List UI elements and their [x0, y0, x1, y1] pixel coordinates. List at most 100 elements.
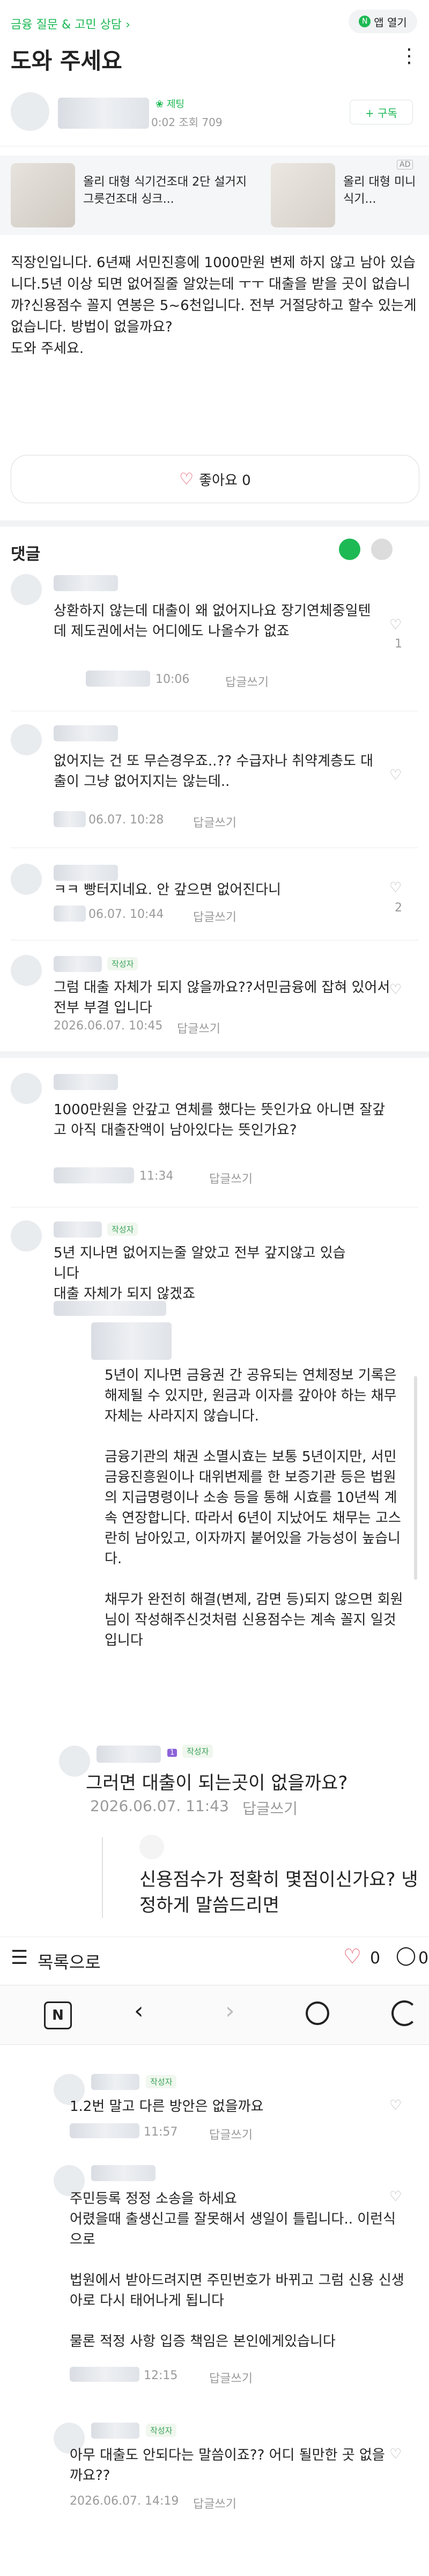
comment-meta: 11:57	[144, 2125, 178, 2139]
comment-text: 상환하지 않는데 대출이 왜 없어지나요 장기연체중일텐데 제도권에서는 어디에…	[54, 603, 371, 639]
comment-item: 상환하지 않는데 대출이 왜 없어지나요 장기연체중일텐데 제도권에서는 어디에…	[0, 563, 429, 708]
ad-product-image[interactable]	[11, 163, 75, 227]
like-label: 좋아요 0	[199, 472, 251, 489]
post-meta: 0:02 조회 709	[151, 116, 223, 129]
refresh-icon[interactable]	[339, 539, 360, 560]
commenter-avatar[interactable]	[11, 724, 42, 755]
ad-item-1[interactable]: 올리 대형 식기건조대 2단 설거지 그릇건조대 싱크...	[83, 174, 260, 208]
reply-link[interactable]: 답글쓰기	[193, 908, 236, 925]
comment-text: 5년 지나면 없어지는줄 알았고 전부 갚지않고 있습니다 대출 자체가 되지 …	[54, 1245, 346, 1302]
comment-item: 1000만원을 안갚고 연체를 했다는 뜻인가요 아니면 잘갚고 아직 대출잔액…	[0, 1062, 429, 1202]
commenter-date-blurred	[54, 811, 86, 827]
commenter-name-blurred	[91, 2074, 139, 2090]
author-badge: 작성자	[146, 2075, 177, 2088]
naver-home-icon[interactable]: N	[44, 2001, 72, 2029]
ad-product-image-2[interactable]	[271, 163, 335, 227]
comment-text: ㅋㅋ 빵터지네요. 안 갚으면 없어진다니	[54, 882, 282, 898]
chat-count: 0	[418, 1949, 429, 1968]
author-badge: 작성자	[182, 1745, 213, 1758]
reply-link[interactable]: 답글쓰기	[209, 1169, 253, 1187]
reply-avatar	[139, 1835, 164, 1859]
commenter-name-blurred	[91, 2165, 156, 2181]
comment-text: 1.2번 말고 다른 방안은 없을까요	[70, 2099, 264, 2115]
comment-meta: 2026.06.07. 11:43	[90, 1797, 229, 1815]
commenter-date-blurred	[54, 1301, 166, 1316]
bottom-bar: ☰ 목록으로 ♡ 0 ◯ 0	[0, 1937, 429, 1980]
author-badge: 작성자	[107, 1223, 138, 1236]
commenter-date-blurred	[70, 2367, 139, 2382]
section-divider	[0, 520, 429, 527]
forward-icon[interactable]: ›	[225, 1997, 235, 2025]
comment-item: 주민등록 정정 소송을 하세요 어렸을때 출생신고를 잘못해서 생일이 틀립니다…	[0, 2157, 429, 2393]
page-title: 도와 주세요	[11, 48, 122, 74]
subscribe-label: + 구독	[365, 106, 397, 120]
author-badge: 작성자	[146, 2424, 177, 2437]
category-link[interactable]: 금융 질문 & 고민 상담 ›	[11, 15, 130, 32]
reply-link[interactable]: 답글쓰기	[209, 2369, 253, 2386]
heart-icon[interactable]: ♡	[343, 1945, 361, 1968]
heart-icon[interactable]: ♡	[389, 617, 402, 633]
author-badge: 작성자	[107, 957, 138, 970]
commenter-name-blurred	[91, 2423, 139, 2439]
commenter-blurred	[91, 1322, 172, 1360]
app-open-label: 앱 열기	[374, 16, 407, 29]
commenter-name-blurred	[54, 865, 118, 881]
list-button[interactable]: 목록으로	[38, 1949, 101, 1974]
comment-text: 1000만원을 안갚고 연체를 했다는 뜻인가요 아니면 잘갚고 아직 대출잔액…	[54, 1102, 386, 1138]
hamburger-icon[interactable]: ☰	[11, 1947, 28, 1969]
commenter-avatar[interactable]	[11, 574, 42, 605]
search-icon[interactable]	[306, 2001, 329, 2025]
app-open-button[interactable]: N 앱 열기	[349, 10, 417, 33]
like-button[interactable]: ♡ 좋아요 0	[11, 455, 419, 503]
commenter-avatar[interactable]	[11, 955, 42, 986]
comment-item: 작성자 아무 대출도 안되다는 말씀이죠?? 어디 될만한 곳 없을까요?? 2…	[0, 2414, 429, 2521]
reply-link[interactable]: 답글쓰기	[193, 813, 236, 830]
reply-link[interactable]: 답글쓰기	[193, 2494, 236, 2512]
level-badge: 1	[167, 1747, 177, 1757]
commenter-avatar[interactable]	[11, 1073, 42, 1104]
comment-meta: 06.07. 10:44	[88, 908, 164, 921]
section-divider	[0, 1051, 429, 1058]
naver-app-icon: N	[359, 16, 371, 27]
comment-text: 아무 대출도 안되다는 말씀이죠?? 어디 될만한 곳 없을까요??	[70, 2447, 385, 2484]
comment-like-count: 2	[395, 901, 402, 915]
comment-icon[interactable]: ◯	[396, 1945, 416, 1966]
reply-link[interactable]: 답글쓰기	[177, 1019, 220, 1036]
back-icon[interactable]: ‹	[134, 1997, 144, 2025]
reply-link[interactable]: 답글쓰기	[225, 673, 269, 690]
heart-icon[interactable]: ♡	[389, 2446, 402, 2462]
commenter-avatar[interactable]	[11, 1220, 42, 1252]
naver-home-label: N	[52, 2007, 64, 2023]
ad-banner[interactable]: 올리 대형 식기건조대 2단 설거지 그릇건조대 싱크... 올리 대형 미니식…	[0, 156, 429, 235]
commenter-name-blurred	[97, 1746, 161, 1763]
comment-meta: 11:34	[139, 1169, 174, 1183]
more-options-icon[interactable]: ⋮	[400, 45, 419, 67]
sort-icon[interactable]	[371, 539, 393, 560]
scrollbar[interactable]	[414, 1376, 417, 1580]
reload-icon[interactable]	[391, 2000, 417, 2026]
heart-icon[interactable]: ♡	[389, 880, 402, 896]
author-avatar[interactable]	[11, 92, 49, 131]
ad-item-2[interactable]: 올리 대형 미니식기...	[343, 174, 424, 208]
reply-link[interactable]: 답글쓰기	[242, 1797, 298, 1819]
commenter-date-blurred	[86, 671, 150, 687]
heart-icon[interactable]: ♡	[389, 767, 402, 783]
reply-link[interactable]: 답글쓰기	[209, 2125, 253, 2143]
sprout-icon: ❀	[156, 99, 164, 110]
comment-text: 그러면 대출이 되는곳이 없을까요?	[86, 1772, 348, 1794]
reply-quote-text: 신용점수가 정확히 몇점이신가요? 냉정하게 말씀드리면	[139, 1869, 418, 1916]
heart-icon[interactable]: ♡	[389, 982, 402, 998]
chevron-right-icon: ›	[125, 18, 130, 32]
comment-meta: 2026.06.07. 10:45	[54, 1019, 163, 1033]
reply-indent-line	[102, 1837, 103, 1918]
commenter-avatar[interactable]	[11, 864, 42, 895]
comment-item: 5년이 지나면 금융권 간 공유되는 연체정보 기록은 해제될 수 있지만, 원…	[0, 1322, 429, 1735]
comment-meta: 2026.06.07. 14:19	[70, 2494, 179, 2508]
comment-text: 없어지는 건 또 무슨경우죠..?? 수급자나 취약계층도 대출이 그냥 없어지…	[54, 753, 374, 790]
heart-icon[interactable]: ♡	[389, 2189, 402, 2205]
heart-icon[interactable]: ♡	[389, 2097, 402, 2114]
comment-item: ㅋㅋ 빵터지네요. 안 갚으면 없어진다니 06.07. 10:44 답글쓰기 …	[0, 853, 429, 933]
subscribe-button[interactable]: + 구독	[350, 100, 413, 124]
heart-icon: ♡	[179, 469, 194, 489]
author-name-blurred	[58, 98, 149, 129]
